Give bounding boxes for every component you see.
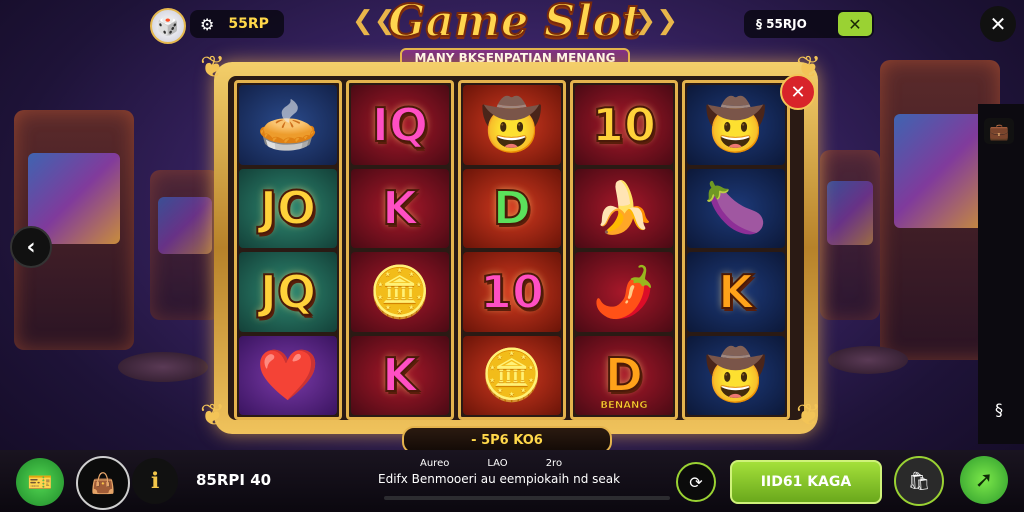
reel-cell: 🤠 <box>687 335 785 415</box>
pie-icon: 🥧 <box>256 95 320 154</box>
reel-symbol: JO <box>259 181 317 236</box>
explorer-icon: 🤠 <box>704 346 768 405</box>
reel-symbol: K <box>717 264 755 319</box>
right-side-panel <box>978 104 1024 444</box>
reel-symbol: JQ <box>259 264 317 319</box>
spin-button-label: IID61 KAGA <box>760 474 852 490</box>
info-labels: Aureo LAO 2ro <box>420 458 620 472</box>
reel-column: 🤠 D 10 🪙 <box>458 80 566 420</box>
repeat-icon: ⟳ <box>689 472 703 492</box>
reel-cell: K <box>351 168 449 248</box>
chili-icon: 🌶️ <box>592 262 656 321</box>
chevron-left-icon: ‹ <box>26 234 36 260</box>
win-amount: - 5P6 KO6 <box>471 432 543 448</box>
reel-symbol: 10 <box>591 97 657 152</box>
symbol-caption: BENANG <box>600 400 648 412</box>
frame-corner-br: ❦ <box>796 398 822 433</box>
right-balance-value: § 55RJO <box>756 17 807 31</box>
reel-column: 10 🍌 🌶️ D BENANG <box>570 80 678 420</box>
reel-cell: 10 <box>463 252 561 332</box>
section-icon: § <box>995 399 1003 419</box>
avatar-icon: 🎲 <box>156 15 180 37</box>
reel-column: 🤠 🍆 K 🤠 <box>682 80 790 420</box>
settings-icon: ✕ <box>989 12 1007 36</box>
expand-icon: ✕ <box>848 14 862 34</box>
reel-column: 🥧 JO JQ ❤️ <box>234 80 342 420</box>
close-icon: ✕ <box>790 81 806 103</box>
ticket-icon: 🎫 <box>27 470 53 494</box>
bet-panel: 85RPI 40 <box>182 462 322 498</box>
logo-wings-icon: ❮❮ ❯❯ <box>352 6 678 36</box>
reel-cell: K <box>687 252 785 332</box>
wallet-icon: ⚙ <box>200 14 215 34</box>
info-label: LAO <box>487 458 508 469</box>
info-label: Aureo <box>420 458 450 469</box>
reel-symbol: IQ <box>371 97 429 152</box>
reel-symbol: D <box>492 181 532 236</box>
arcade-cabinet-right-2 <box>820 150 880 320</box>
expand-button[interactable]: ✕ <box>838 12 872 36</box>
reel-column: IQ K 🪙 K <box>346 80 454 420</box>
balance-pill: ⚙ 55RP <box>190 10 284 38</box>
reel-cell: 🍆 <box>687 168 785 248</box>
arcade-cabinet-left-2 <box>150 170 220 320</box>
side-paragraph-button[interactable]: § <box>984 396 1014 422</box>
progress-track <box>384 496 670 500</box>
menu-button[interactable]: 🎫 <box>16 458 64 506</box>
wallet-icon: 💼 <box>989 121 1009 141</box>
reel-cell: IQ <box>351 85 449 165</box>
settings-button[interactable]: ✕ <box>980 6 1016 42</box>
reel-cell: JO <box>239 168 337 248</box>
info-button[interactable]: ℹ <box>132 458 178 504</box>
avatar[interactable]: 🎲 <box>150 8 186 44</box>
reel-cell: 🥧 <box>239 85 337 165</box>
reel-cell: 🍌 <box>575 168 673 248</box>
spin-button[interactable]: IID61 KAGA <box>730 460 882 504</box>
prev-arrow-button[interactable]: ‹ <box>10 226 52 268</box>
side-wallet-button[interactable]: 💼 <box>984 118 1014 144</box>
reel-symbol: 10 <box>479 264 545 319</box>
reel-symbol: D <box>604 348 644 403</box>
reel-symbol: K <box>381 348 419 403</box>
eggplant-icon: 🍆 <box>704 179 768 238</box>
info-label: 2ro <box>545 458 563 469</box>
reel-cell: 🪙 <box>351 252 449 332</box>
heart-icon: ❤️ <box>256 346 320 405</box>
reel-cell: 🤠 <box>687 85 785 165</box>
share-button[interactable]: ➚ <box>960 456 1008 504</box>
balance-value: 55RP <box>228 16 269 32</box>
reel-symbol: K <box>381 181 419 236</box>
reel-cell: JQ <box>239 252 337 332</box>
banana-icon: 🍌 <box>592 179 656 238</box>
bag-icon: 🛍 <box>907 470 931 492</box>
frame-corner-bl: ❦ <box>200 398 226 433</box>
reel-cell: 🤠 <box>463 85 561 165</box>
reel-cell: ❤️ <box>239 335 337 415</box>
reel-cell: 10 <box>575 85 673 165</box>
reels-grid: 🥧 JO JQ ❤️ IQ K 🪙 K 🤠 D 10 🪙 10 🍌 🌶️ D BENANG 🤠 🍆 K 🤠 <box>234 80 790 420</box>
reel-cell: 🌶️ <box>575 252 673 332</box>
reel-cell: 🪙 <box>463 335 561 415</box>
bag-button[interactable]: 👜 <box>76 456 130 510</box>
status-message: Edifx Benmooeri au eempiokaih nd seak <box>378 472 621 486</box>
coin-icon: 🪙 <box>368 262 432 321</box>
reel-cell: K <box>351 335 449 415</box>
bet-value: 85RPI 40 <box>196 471 272 489</box>
frame-corner-tl: ❦ <box>200 50 226 85</box>
info-icon: ℹ <box>150 468 160 494</box>
shop-button[interactable]: 🛍 <box>894 456 944 506</box>
game-logo: ❮❮ ❯❯ Game Slot MANY BKSENPATIAN MENANG <box>352 0 678 70</box>
explorer-icon: 🤠 <box>704 95 768 154</box>
stool <box>118 352 208 382</box>
reel-cell: D BENANG <box>575 335 673 415</box>
bag-icon: 👜 <box>90 471 116 495</box>
close-button[interactable]: ✕ <box>780 74 816 110</box>
reel-cell: D <box>463 168 561 248</box>
hat-icon: 🤠 <box>480 95 544 154</box>
right-balance-pill: § 55RJO ✕ <box>744 10 874 38</box>
coin-icon: 🪙 <box>480 346 544 405</box>
stool <box>828 346 908 374</box>
autoplay-button[interactable]: ⟳ <box>676 462 716 502</box>
arrow-icon: ➚ <box>974 467 994 493</box>
